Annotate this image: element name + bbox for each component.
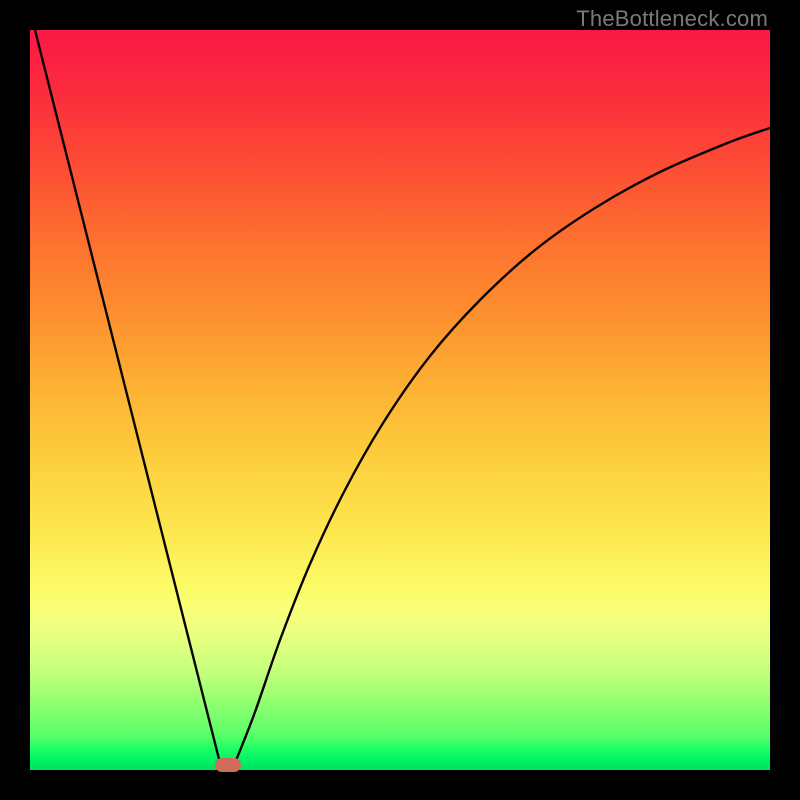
valley-marker bbox=[215, 758, 241, 772]
plot-area bbox=[30, 30, 770, 770]
curve-left-branch bbox=[35, 30, 220, 763]
watermark-text: TheBottleneck.com bbox=[576, 6, 768, 32]
curve-right-branch bbox=[235, 128, 770, 763]
bottleneck-curve bbox=[30, 30, 770, 770]
chart-frame: TheBottleneck.com bbox=[0, 0, 800, 800]
